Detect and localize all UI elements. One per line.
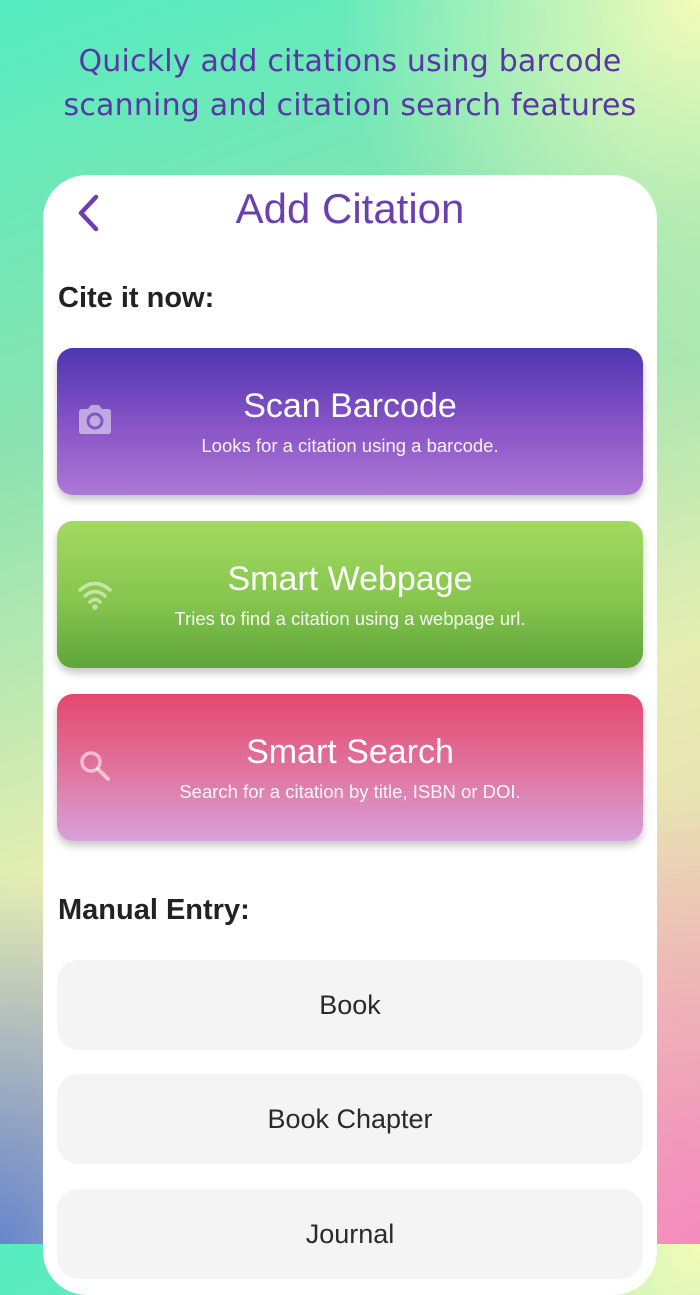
book-chapter-button[interactable]: Book Chapter: [57, 1074, 643, 1164]
smart-search-subtitle: Search for a citation by title, ISBN or …: [179, 781, 521, 802]
tagline: Quickly add citations using barcode scan…: [0, 40, 700, 128]
smart-search-title: Smart Search: [246, 733, 454, 771]
journal-button[interactable]: Journal: [57, 1189, 643, 1279]
smart-search-button[interactable]: Smart Search Search for a citation by ti…: [57, 694, 643, 841]
phone-screen: Add Citation Cite it now: Scan Barcode L…: [43, 175, 657, 1295]
smart-webpage-title: Smart Webpage: [227, 560, 473, 598]
cite-it-now-label: Cite it now:: [58, 282, 215, 314]
smart-webpage-button[interactable]: Smart Webpage Tries to find a citation u…: [57, 521, 643, 668]
page-title: Add Citation: [235, 185, 465, 232]
app-header: Add Citation: [43, 175, 657, 253]
scan-barcode-button[interactable]: Scan Barcode Looks for a citation using …: [57, 348, 643, 495]
book-button[interactable]: Book: [57, 960, 643, 1050]
tagline-line-2: scanning and citation search features: [63, 88, 637, 123]
smart-webpage-subtitle: Tries to find a citation using a webpage…: [174, 608, 526, 629]
tagline-line-1: Quickly add citations using barcode: [78, 44, 622, 79]
scan-barcode-subtitle: Looks for a citation using a barcode.: [201, 435, 499, 456]
scan-barcode-title: Scan Barcode: [243, 387, 457, 425]
manual-entry-label: Manual Entry:: [58, 894, 250, 926]
